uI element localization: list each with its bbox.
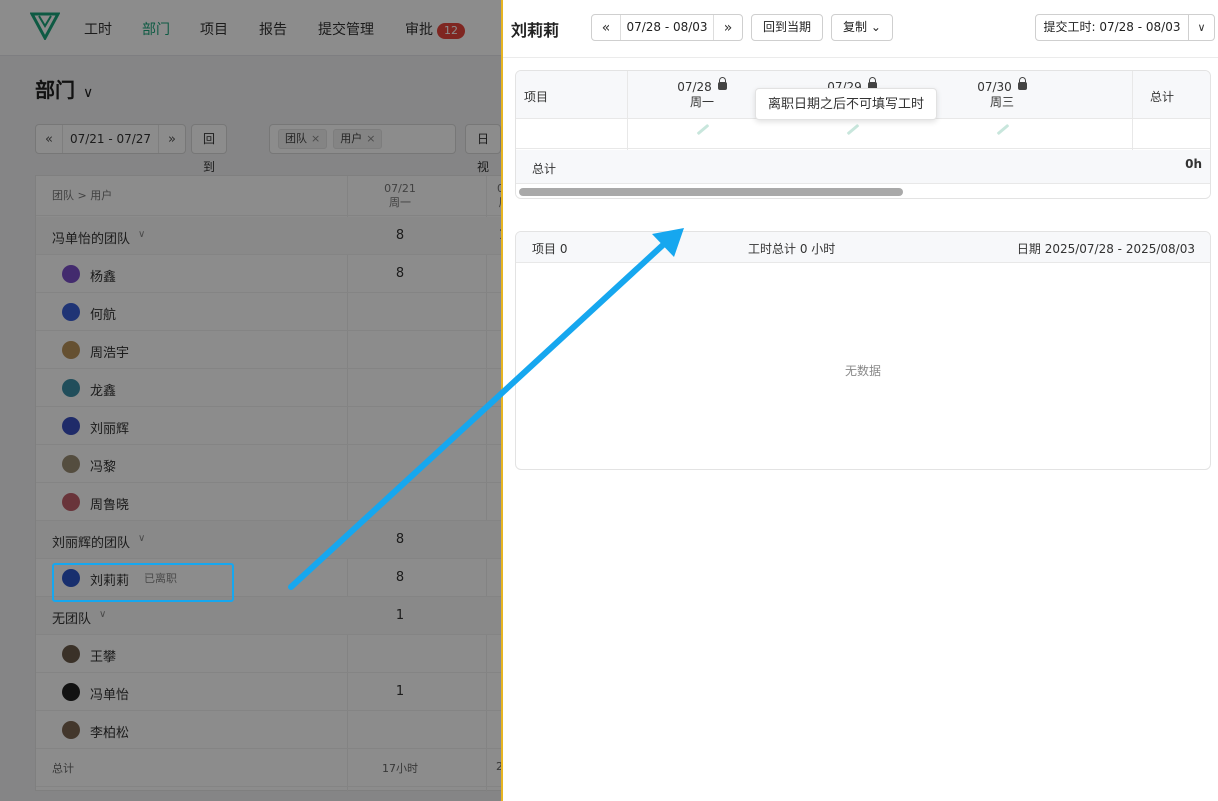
empty-state: 无数据 xyxy=(844,364,881,378)
header-day-wed: 07/30 周三 xyxy=(947,77,1057,110)
scrollbar-thumb[interactable] xyxy=(519,188,903,196)
summary-date-range: 日期 2025/07/28 - 2025/08/03 xyxy=(1016,242,1195,256)
header-date: 07/28 xyxy=(677,80,712,94)
chevron-down-icon: ⌄ xyxy=(870,20,881,34)
back-to-current-button[interactable]: 回到当期 xyxy=(751,14,824,41)
edit-pencil-icon[interactable] xyxy=(846,123,860,136)
header-date: 07/30 xyxy=(977,80,1012,94)
user-hours-drawer: 刘莉莉 « 07/28 - 08/03 » 回到当期 复制 ⌄ 提交工时: 07… xyxy=(503,0,1218,801)
lock-icon xyxy=(717,77,727,90)
prev-period-icon[interactable]: « xyxy=(592,20,620,36)
submit-hours-button-group: 提交工时: 07/28 - 08/03 ∨ xyxy=(1035,14,1215,41)
total-hours-value: 0h xyxy=(1185,157,1202,171)
total-label: 总计 xyxy=(532,162,557,176)
project-count: 项目 0 xyxy=(532,242,568,256)
drawer-header: 刘莉莉 « 07/28 - 08/03 » 回到当期 复制 ⌄ 提交工时: 07… xyxy=(503,0,1218,58)
summary-header: 项目 0 工时总计 0 小时 日期 2025/07/28 - 2025/08/0… xyxy=(516,232,1210,263)
resigned-tooltip: 离职日期之后不可填写工时 xyxy=(755,88,938,120)
edit-pencil-icon[interactable] xyxy=(696,123,710,136)
annotation-highlight-box xyxy=(52,563,234,602)
header-total: 总计 xyxy=(1149,90,1174,104)
submit-options-chevron-icon[interactable]: ∨ xyxy=(1189,15,1214,40)
header-weekday: 周一 xyxy=(689,95,714,109)
header-day-mon: 07/28 周一 xyxy=(647,77,757,110)
horizontal-scrollbar[interactable] xyxy=(516,185,1210,198)
drawer-date-pager: « 07/28 - 08/03 » xyxy=(591,14,743,41)
lock-icon xyxy=(1017,77,1027,90)
edit-pencil-icon[interactable] xyxy=(996,123,1010,136)
header-project: 项目 xyxy=(524,90,549,104)
modal-dim-overlay[interactable] xyxy=(0,0,501,801)
drawer-date-range[interactable]: 07/28 - 08/03 xyxy=(620,15,714,40)
next-period-icon[interactable]: » xyxy=(714,20,742,36)
copy-dropdown-button[interactable]: 复制 ⌄ xyxy=(831,14,893,41)
drawer-title: 刘莉莉 xyxy=(511,21,560,40)
copy-label: 复制 xyxy=(843,20,868,34)
entry-row xyxy=(516,119,1210,149)
submit-hours-button[interactable]: 提交工时: 07/28 - 08/03 xyxy=(1036,15,1189,40)
header-weekday: 周三 xyxy=(989,95,1014,109)
grid-total-row: 总计 0h xyxy=(516,150,1210,184)
project-summary-card: 项目 0 工时总计 0 小时 日期 2025/07/28 - 2025/08/0… xyxy=(515,231,1211,470)
hours-total: 工时总计 0 小时 xyxy=(748,242,836,256)
